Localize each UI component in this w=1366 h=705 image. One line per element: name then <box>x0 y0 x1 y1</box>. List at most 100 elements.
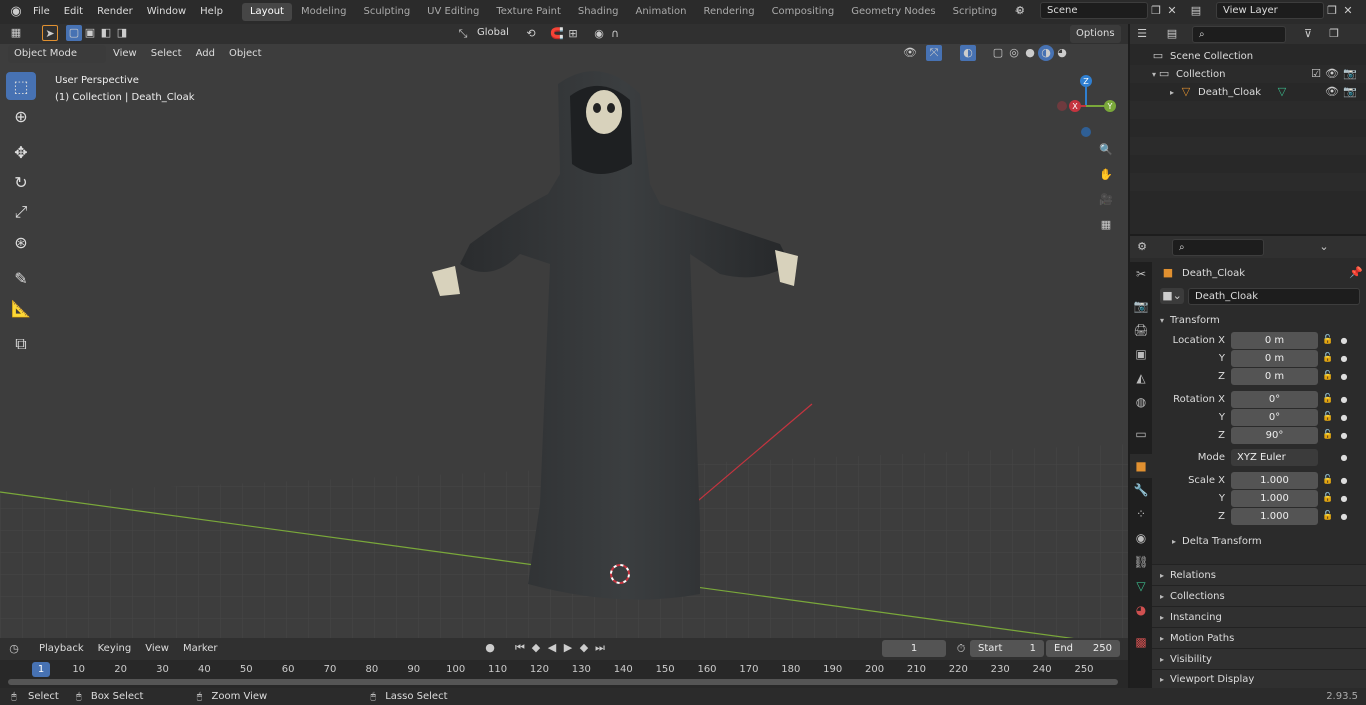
tab-texture-paint[interactable]: Texture Paint <box>488 3 569 21</box>
proportional-edit-icon[interactable]: ◉ <box>591 26 607 42</box>
delta-transform-subpanel[interactable]: ▸ Delta Transform <box>1156 531 1364 551</box>
transform-collapse-icon[interactable]: ▾ <box>1160 316 1164 325</box>
lock-icon[interactable]: 🔓 <box>1318 511 1338 521</box>
section-viewport-display[interactable]: ▸ Viewport Display <box>1152 669 1366 689</box>
outliner-editor-icon[interactable]: ☰ <box>1134 26 1150 42</box>
scene-name-field[interactable]: Scene <box>1040 2 1148 19</box>
tool-measure[interactable]: 📐 <box>6 294 36 322</box>
blender-logo-icon[interactable]: ◉ <box>6 4 26 20</box>
view-layer-tab-icon[interactable]: ▣ <box>1130 342 1152 366</box>
solid-shading-icon[interactable]: ● <box>1022 45 1038 61</box>
gizmo-toggle-icon[interactable]: ⤧ <box>926 45 942 61</box>
camera-view-icon[interactable]: 🎥 <box>1098 192 1114 208</box>
object-eye-icon[interactable]: 👁 <box>1324 84 1340 100</box>
object-tab-icon[interactable]: ■ <box>1130 454 1152 478</box>
viewport-menu-view[interactable]: View <box>106 45 144 63</box>
tool-select-box[interactable]: ⬚ <box>6 72 36 100</box>
tool-tab-icon[interactable]: ✂ <box>1130 262 1152 286</box>
view-layer-field[interactable]: View Layer <box>1216 2 1324 19</box>
3d-viewport[interactable]: ▦ ➤ ▢ ▣ ◧ ◨ ⤡ Global ⟲ 🧲 ⊞ ◉ ∩ Options O… <box>0 24 1128 638</box>
mesh-data-tab-icon[interactable]: ▽ <box>1130 574 1152 598</box>
keyframe-dot-icon[interactable]: ● <box>1338 431 1350 440</box>
menu-edit[interactable]: Edit <box>57 0 90 24</box>
view-layer-icon[interactable]: ▤ <box>1188 3 1204 19</box>
physics-tab-icon[interactable]: ◉ <box>1130 526 1152 550</box>
keyframe-dot-icon[interactable]: ● <box>1338 512 1350 521</box>
outliner-search-input[interactable]: ⌕ <box>1192 25 1286 43</box>
delete-view-layer-icon[interactable]: ✕ <box>1340 3 1356 19</box>
transform-orientation-dropdown[interactable]: Global <box>471 25 523 42</box>
keyframe-dot-icon[interactable]: ● <box>1338 395 1350 404</box>
pin-icon[interactable]: 📌 <box>1348 265 1364 281</box>
mesh-data-icon[interactable]: ▽ <box>1274 84 1290 100</box>
texture-tab-icon[interactable]: ▩ <box>1130 630 1152 654</box>
keyframe-dot-icon[interactable]: ● <box>1338 453 1350 462</box>
outliner-row-scene-collection[interactable]: ▭ Scene Collection <box>1130 47 1366 65</box>
outliner-row-collection[interactable]: ▾ ▭ Collection ☑ 👁 📷 <box>1130 65 1366 83</box>
expand-arrow-icon[interactable]: ▸ <box>1170 88 1174 97</box>
record-icon[interactable]: ● <box>482 640 498 656</box>
object-name-field[interactable]: Death_Cloak <box>1188 287 1360 305</box>
properties-search-input[interactable]: ⌕ <box>1172 238 1264 256</box>
select-invert-icon[interactable]: ◨ <box>114 25 130 41</box>
scene-tab-icon[interactable]: ◭ <box>1130 366 1152 390</box>
display-mode-icon[interactable]: ▤ <box>1164 26 1180 42</box>
keyframe-dot-icon[interactable]: ● <box>1338 476 1350 485</box>
transform-panel-header[interactable]: ▾ Transform <box>1156 310 1364 330</box>
lock-icon[interactable]: 🔓 <box>1318 353 1338 363</box>
keyframe-dot-icon[interactable]: ● <box>1338 354 1350 363</box>
lock-icon[interactable]: 🔓 <box>1318 475 1338 485</box>
object-mode-dropdown[interactable]: Object Mode <box>8 45 106 63</box>
timeline-scrollbar[interactable] <box>8 679 1118 685</box>
snap-target-icon[interactable]: ⊞ <box>565 26 581 42</box>
select-new-icon[interactable]: ▢ <box>66 25 82 41</box>
play-reverse-icon[interactable]: ◀ <box>544 640 560 656</box>
timeline-menu-keying[interactable]: Keying <box>91 640 139 658</box>
options-dropdown[interactable]: Options <box>1070 25 1121 43</box>
rotation-x-field[interactable]: 0° <box>1231 390 1318 408</box>
rendered-shading-icon[interactable]: ◕ <box>1054 45 1070 61</box>
timeline-menu-view[interactable]: View <box>138 640 176 658</box>
frame-ruler[interactable]: 1 10 20 30 40 50 60 70 80 90 100 110 120 130 140 150 160… <box>0 662 1128 680</box>
rotation-mode-dropdown[interactable]: XYZ Euler <box>1231 448 1318 466</box>
delete-scene-icon[interactable]: ✕ <box>1164 3 1180 19</box>
viewport-menu-select[interactable]: Select <box>144 45 189 63</box>
output-tab-icon[interactable]: 🖨 <box>1130 318 1152 342</box>
tool-move[interactable]: ✥ <box>6 138 36 166</box>
visibility-icon[interactable]: 👁 <box>902 45 918 61</box>
section-collections[interactable]: ▸ Collections <box>1152 585 1366 606</box>
pan-hand-icon[interactable]: ✋ <box>1098 167 1114 183</box>
overlays-icon[interactable]: ◐ <box>960 45 976 61</box>
lock-icon[interactable]: 🔓 <box>1318 493 1338 503</box>
filter-icon[interactable]: ⊽ <box>1300 26 1316 42</box>
keyframe-dot-icon[interactable]: ● <box>1338 413 1350 422</box>
play-icon[interactable]: ▶ <box>560 640 576 656</box>
exclude-checkbox-icon[interactable]: ☑ <box>1308 66 1324 82</box>
location-z-field[interactable]: 0 m <box>1231 367 1318 385</box>
lock-icon[interactable]: 🔓 <box>1318 430 1338 440</box>
render-camera-icon[interactable]: 📷 <box>1342 66 1358 82</box>
snap-icon[interactable]: 🧲 <box>549 26 565 42</box>
prev-keyframe-icon[interactable]: ◆ <box>528 640 544 656</box>
falloff-icon[interactable]: ∩ <box>607 26 623 42</box>
select-subtract-icon[interactable]: ◧ <box>98 25 114 41</box>
properties-options-icon[interactable]: ⌄ <box>1316 239 1332 255</box>
lock-icon[interactable]: 🔓 <box>1318 335 1338 345</box>
constraints-tab-icon[interactable]: ⛓ <box>1130 550 1152 574</box>
lock-icon[interactable]: 🔓 <box>1318 371 1338 381</box>
tool-transform[interactable]: ⊛ <box>6 228 36 256</box>
select-tool-icon[interactable]: ➤ <box>42 25 58 41</box>
modifier-tab-icon[interactable]: 🔧 <box>1130 478 1152 502</box>
hide-eye-icon[interactable]: 👁 <box>1324 66 1340 82</box>
section-instancing[interactable]: ▸ Instancing <box>1152 606 1366 627</box>
world-tab-icon[interactable]: ◍ <box>1130 390 1152 414</box>
section-relations[interactable]: ▸ Relations <box>1152 564 1366 585</box>
scale-y-field[interactable]: 1.000 <box>1231 489 1318 507</box>
collection-tab-icon[interactable]: ▭ <box>1130 422 1152 446</box>
tool-rotate[interactable]: ↻ <box>6 168 36 196</box>
tab-modeling[interactable]: Modeling <box>293 3 355 21</box>
location-x-field[interactable]: 0 m <box>1231 331 1318 349</box>
stopwatch-icon[interactable]: ⏱ <box>953 641 969 657</box>
particles-tab-icon[interactable]: ⁘ <box>1130 502 1152 526</box>
viewport-menu-add[interactable]: Add <box>189 45 222 63</box>
